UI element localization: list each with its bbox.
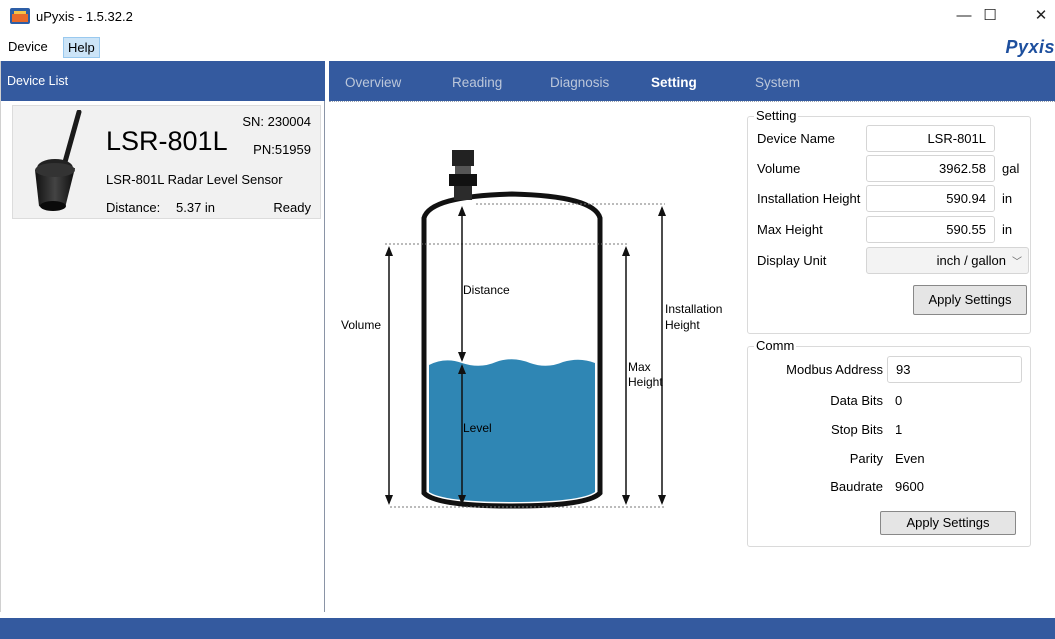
volume-label: Volume [757,161,801,176]
menu-device[interactable]: Device [4,37,52,58]
device-list-header: Device List [1,61,325,101]
data-bits-label: Data Bits [830,393,883,408]
device-description: LSR-801L Radar Level Sensor [106,172,283,187]
menu-bar: Device Help [0,35,1055,60]
tank-water [429,359,595,502]
distance-label: Distance: [106,200,161,215]
status-bar [0,618,1055,639]
tab-bar: Overview Reading Diagnosis Setting Syste… [329,61,1055,101]
diagram-distance-label: Distance [463,283,510,297]
tab-diagnosis[interactable]: Diagnosis [550,75,609,90]
diagram-max-label: Max [628,360,651,374]
title-bar: uPyxis - 1.5.32.2 — ☐ ✕ [0,0,1055,35]
stop-bits-value: 1 [895,422,903,437]
installation-height-unit: in [1002,191,1013,206]
device-serial: SN: 230004 [242,114,311,129]
device-part-number: PN:51959 [253,142,311,157]
device-name: LSR-801L [106,126,228,156]
close-button[interactable]: ✕ [1023,4,1055,28]
tab-reading[interactable]: Reading [452,75,502,90]
tab-setting[interactable]: Setting [651,75,697,90]
display-unit-select[interactable]: inch / gallon ﹀ [866,247,1029,274]
installation-height-field[interactable]: 590.94 [866,185,995,212]
tank-sensor-head [452,150,474,166]
window-title: uPyxis - 1.5.32.2 [36,9,133,24]
comm-apply-settings-button[interactable]: Apply Settings [880,511,1016,535]
baudrate-value: 9600 [895,479,924,494]
setting-group-title: Setting [754,108,799,123]
device-name-label: Device Name [757,131,836,146]
stop-bits-label: Stop Bits [830,422,883,437]
device-name-field[interactable]: LSR-801L [866,125,995,152]
distance-value: 5.37 in [176,200,216,215]
diagram-volume-label: Volume [341,318,381,332]
data-bits-value: 0 [895,393,903,408]
diagram-height-label: Height [665,318,700,332]
tank-diagram: Distance Volume Level Installation Heigh… [341,150,722,509]
diagram-installation-label: Installation [665,302,722,316]
modbus-address-label: Modbus Address [786,362,883,377]
comm-group: Comm Modbus Address 93 Data Bits 0 Stop … [747,338,1031,547]
apply-settings-button[interactable]: Apply Settings [913,285,1027,315]
setting-group: Setting Device Name LSR-801L Volume 3962… [747,108,1031,334]
app-logo-icon [10,8,30,24]
device-list-panel: Device List LSR-801L SN: 230004 PN:51959… [0,61,325,612]
display-unit-label: Display Unit [757,253,827,268]
chevron-down-icon: ﹀ [1012,257,1022,268]
volume-field[interactable]: 3962.58 [866,155,995,182]
menu-help[interactable]: Help [63,37,100,58]
display-unit-value: inch / gallon [936,253,1006,268]
tab-overview[interactable]: Overview [345,75,401,90]
modbus-address-field[interactable]: 93 [887,356,1022,383]
diagram-level-label: Level [463,421,492,435]
radar-sensor-image [35,110,82,211]
maximize-button[interactable]: ☐ [972,4,1008,28]
parity-label: Parity [849,451,883,466]
max-height-field[interactable]: 590.55 [866,216,995,243]
device-status: Ready [273,200,311,215]
baudrate-label: Baudrate [830,479,883,494]
diagram-max-height-label: Height [628,375,663,389]
parity-value: Even [895,451,925,466]
comm-group-title: Comm [754,338,797,353]
max-height-unit: in [1002,222,1013,237]
brand-logo: Pyxis [1005,37,1055,57]
installation-height-label: Installation Height [757,191,861,206]
device-card[interactable]: LSR-801L SN: 230004 PN:51959 LSR-801L Ra… [12,105,321,219]
tab-system[interactable]: System [755,75,800,90]
max-height-label: Max Height [757,222,823,237]
volume-unit: gal [1002,161,1020,176]
